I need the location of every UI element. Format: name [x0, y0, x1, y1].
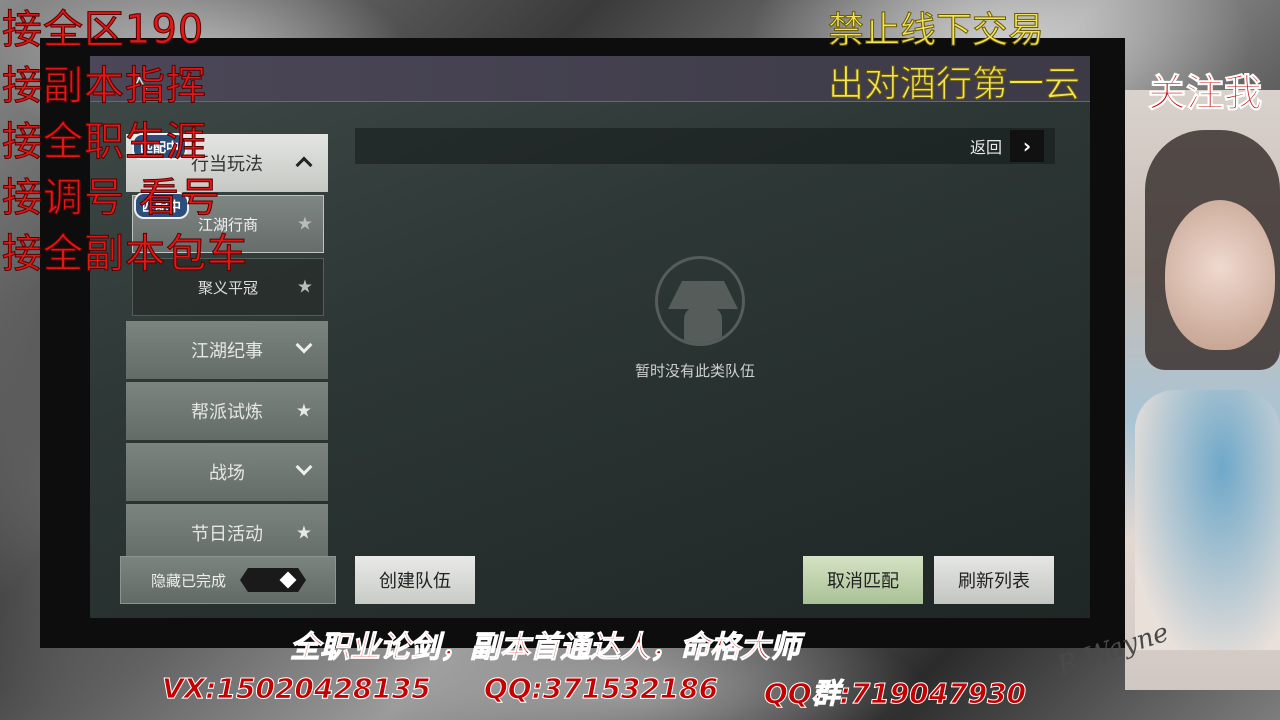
category-label: 战场 [209, 463, 245, 484]
back-button[interactable]: 返回 › [970, 130, 1045, 162]
ad-line: 接调号 看号 [2, 175, 221, 222]
contact-qq: QQ:371532186 [483, 672, 719, 706]
portrait-face [1165, 200, 1275, 350]
star-icon[interactable]: ★ [297, 214, 313, 235]
ad-line: 接全副本包车 [2, 231, 248, 278]
hide-completed-label: 隐藏已完成 [151, 571, 227, 590]
follow-me-text: 关注我 [1147, 70, 1263, 116]
sidebar-category-chronicle[interactable]: 江湖纪事 [126, 321, 328, 379]
ad-line: 禁止线下交易 [827, 10, 1045, 52]
back-label: 返回 [970, 138, 1003, 157]
category-label: 帮派试炼 [191, 402, 263, 423]
chevron-up-icon [295, 156, 313, 174]
chevron-down-icon [295, 336, 313, 354]
portrait-robe [1135, 390, 1280, 650]
ad-line: 接副本指挥 [2, 63, 207, 110]
team-list-header [355, 128, 1055, 164]
stream-slogan: 全职业论剑，副本首通达人，命格大师 [290, 630, 801, 666]
contact-wechat: VX:15020428135 [162, 672, 432, 706]
star-icon[interactable]: ★ [296, 523, 312, 544]
ad-line: 接全区190 [2, 7, 205, 54]
hat-shape [668, 281, 738, 309]
create-team-button[interactable]: 创建队伍 [355, 556, 475, 604]
empty-state: 暂时没有此类队伍 [635, 256, 765, 381]
star-icon[interactable]: ★ [297, 277, 313, 298]
category-label: 江湖纪事 [191, 341, 263, 362]
empty-state-text: 暂时没有此类队伍 [634, 362, 755, 380]
character-portrait [1125, 90, 1280, 690]
straw-hat-character-icon [655, 256, 745, 346]
ad-line: 接全职生涯 [2, 119, 207, 166]
category-label: 节日活动 [191, 524, 263, 545]
hide-completed-toggle[interactable] [240, 568, 307, 592]
toggle-knob [279, 571, 297, 589]
star-icon[interactable]: ★ [296, 401, 312, 422]
refresh-list-button[interactable]: 刷新列表 [934, 556, 1054, 604]
sidebar-category-guild-trial[interactable]: 帮派试炼 ★ [126, 382, 328, 440]
ad-line: 出对酒行第一云 [827, 64, 1081, 106]
cancel-match-button[interactable]: 取消匹配 [803, 556, 923, 604]
stream-right-ads: 禁止线下交易 出对酒行第一云 [827, 4, 1081, 112]
body-shape [684, 307, 722, 343]
contact-qq-group: QQ群:719047930 [763, 677, 1027, 711]
hide-completed-control: 隐藏已完成 [120, 556, 336, 604]
chevron-down-icon [295, 458, 313, 476]
sidebar-category-battlefield[interactable]: 战场 [126, 443, 328, 501]
stream-left-ads: 接全区190 接副本指挥 接全职生涯 接调号 看号 接全副本包车 [2, 2, 248, 282]
sidebar-category-festival[interactable]: 节日活动 ★ [126, 504, 328, 562]
chevron-right-icon: › [1010, 130, 1045, 162]
